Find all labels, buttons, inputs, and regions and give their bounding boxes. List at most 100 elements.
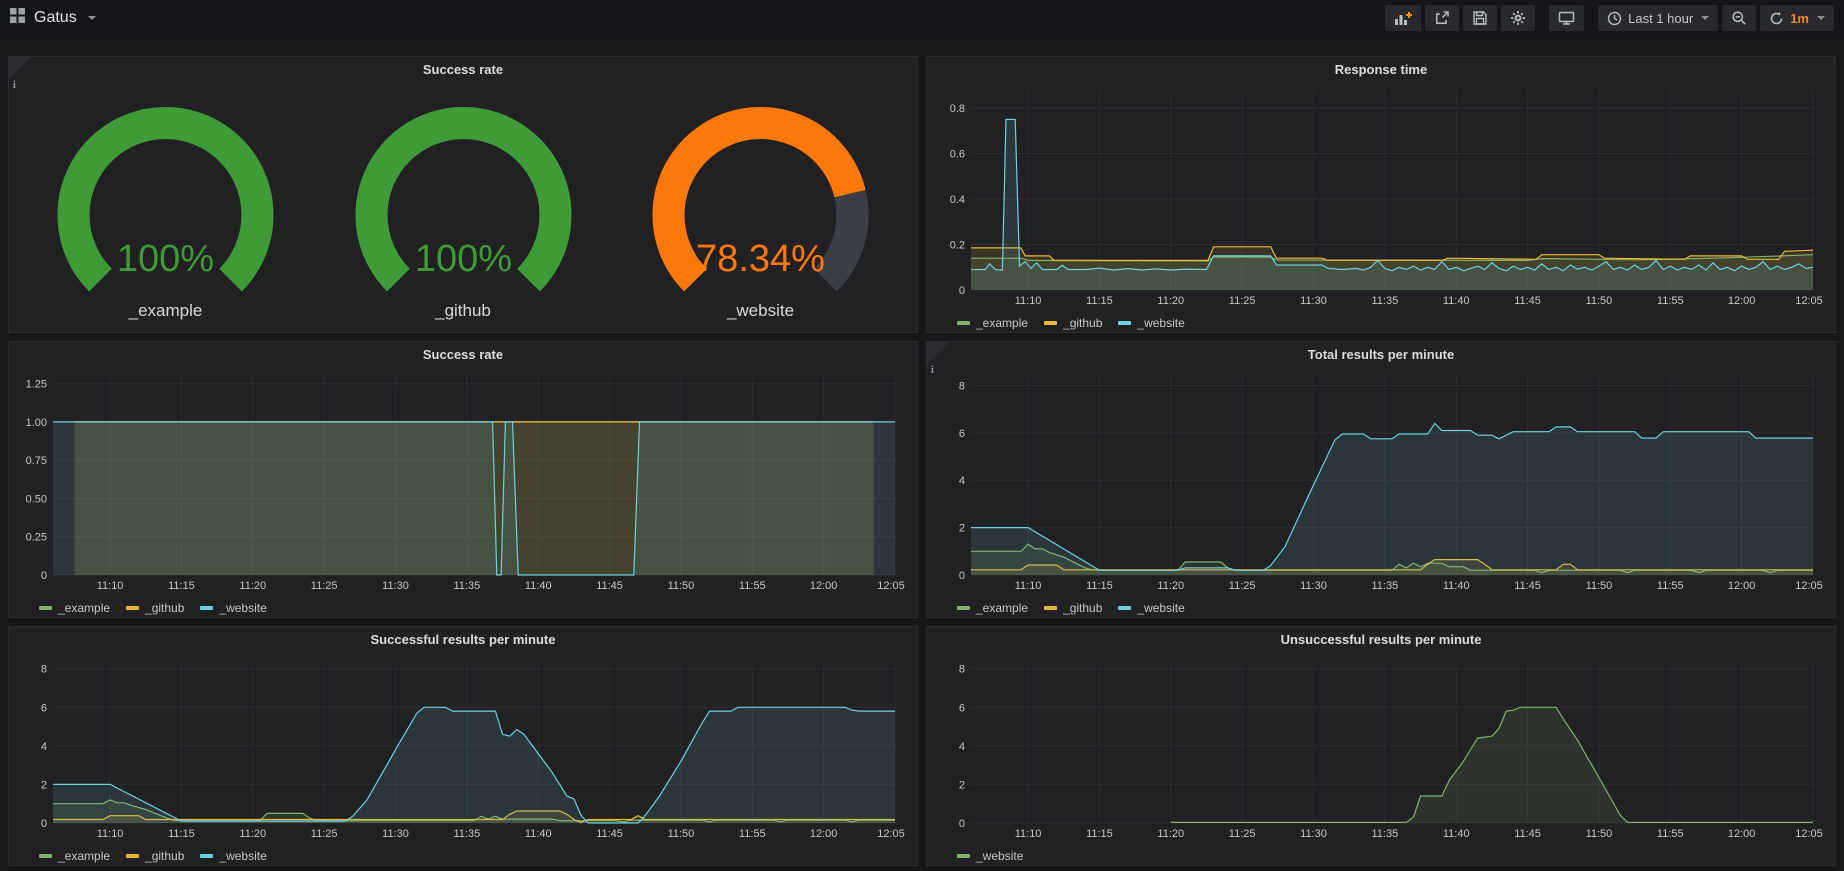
chart-successful_results[interactable]: 0246811:1011:1511:2011:2511:3011:3511:40… [17, 653, 907, 841]
svg-text:11:25: 11:25 [1229, 580, 1256, 592]
cycle-view-mode-button[interactable] [1549, 5, 1584, 31]
svg-text:11:45: 11:45 [596, 828, 623, 840]
svg-text:11:45: 11:45 [1514, 580, 1541, 592]
svg-text:11:10: 11:10 [1015, 828, 1042, 840]
panel-title[interactable]: Success rate [9, 342, 917, 366]
svg-text:11:50: 11:50 [1586, 580, 1613, 592]
legend: _example _github _website [9, 598, 917, 618]
save-dashboard-button[interactable] [1463, 5, 1497, 31]
legend-item-_website[interactable]: _website [200, 849, 266, 863]
svg-text:11:55: 11:55 [739, 828, 766, 840]
chart-unsuccessful_results[interactable]: 0246811:1011:1511:2011:2511:3011:3511:40… [935, 653, 1825, 841]
svg-text:11:30: 11:30 [1300, 295, 1327, 307]
legend-item-_website[interactable]: _website [200, 601, 266, 615]
panel-info-icon[interactable]: i [9, 57, 31, 79]
svg-text:0: 0 [959, 570, 965, 582]
svg-text:11:40: 11:40 [1443, 828, 1470, 840]
legend-item-_website[interactable]: _website [957, 849, 1023, 863]
svg-text:12:05: 12:05 [1795, 580, 1823, 592]
add-panel-button[interactable] [1385, 5, 1421, 31]
panel-title[interactable]: Unsuccessful results per minute [927, 627, 1835, 651]
panel-title[interactable]: Response time [927, 57, 1835, 81]
svg-text:11:55: 11:55 [1657, 295, 1684, 307]
navbar-toolbar: Last 1 hour 1m [1371, 5, 1834, 31]
legend-item-_github[interactable]: _github [1044, 601, 1102, 615]
navbar: Gatus [0, 0, 1844, 36]
panel-title[interactable]: Success rate [9, 57, 917, 81]
dashboard-title-caret-icon[interactable] [88, 16, 96, 20]
svg-text:11:20: 11:20 [1157, 580, 1184, 592]
legend-swatch [39, 854, 52, 858]
legend-item-_github[interactable]: _github [126, 601, 184, 615]
chart-success_rate[interactable]: 00.250.500.751.001.2511:1011:1511:2011:2… [17, 368, 907, 593]
svg-text:6: 6 [959, 702, 965, 714]
svg-text:11:40: 11:40 [525, 580, 552, 592]
svg-text:11:45: 11:45 [1514, 295, 1541, 307]
svg-text:11:40: 11:40 [525, 828, 552, 840]
share-dashboard-button[interactable] [1425, 5, 1459, 31]
tv-monitor-icon [1558, 10, 1575, 26]
dashboard-settings-button[interactable] [1501, 5, 1535, 31]
svg-text:0: 0 [959, 285, 965, 297]
chart-response_time[interactable]: 00.20.40.60.811:1011:1511:2011:2511:3011… [935, 83, 1825, 308]
legend-item-_github[interactable]: _github [1044, 316, 1102, 330]
panel-unsuccessful-results: Unsuccessful results per minute 0246811:… [926, 626, 1836, 866]
gauge-value: 100% [414, 238, 511, 280]
svg-text:11:55: 11:55 [739, 580, 766, 592]
svg-text:4: 4 [41, 741, 47, 753]
panel-successful-results: Successful results per minute 0246811:10… [8, 626, 918, 866]
gauge-arc: 100% [315, 87, 612, 299]
svg-text:11:15: 11:15 [1086, 580, 1113, 592]
graph-body: 00.250.500.751.001.2511:1011:1511:2011:2… [9, 366, 917, 598]
svg-text:12:00: 12:00 [1728, 580, 1756, 592]
svg-text:11:25: 11:25 [311, 828, 338, 840]
legend-item-_example[interactable]: _example [957, 316, 1028, 330]
refresh-icon [1769, 11, 1784, 26]
gauge-row: 100%_example100%_github78.34%_website [9, 81, 917, 321]
panel-info-icon[interactable]: i [927, 342, 949, 364]
svg-text:1.25: 1.25 [26, 379, 47, 391]
chart-total_results[interactable]: 0246811:1011:1511:2011:2511:3011:3511:40… [935, 368, 1825, 593]
legend-item-_github[interactable]: _github [126, 849, 184, 863]
legend-item-_example[interactable]: _example [39, 849, 110, 863]
legend-label: _example [976, 316, 1028, 330]
legend-swatch [126, 854, 139, 858]
svg-text:11:30: 11:30 [1300, 580, 1327, 592]
legend-label: _example [976, 601, 1028, 615]
svg-text:11:20: 11:20 [239, 580, 266, 592]
legend-label: _website [1137, 601, 1184, 615]
svg-text:12:05: 12:05 [1795, 295, 1823, 307]
svg-text:8: 8 [41, 664, 47, 676]
panel-title[interactable]: Total results per minute [927, 342, 1835, 366]
svg-text:11:20: 11:20 [1157, 828, 1184, 840]
svg-text:0.6: 0.6 [950, 149, 965, 161]
svg-text:11:50: 11:50 [668, 828, 695, 840]
legend-swatch [1118, 606, 1131, 610]
legend-item-_example[interactable]: _example [39, 601, 110, 615]
zoom-out-time-button[interactable] [1722, 5, 1756, 31]
legend: _example _github _website [927, 313, 1835, 333]
svg-text:0.8: 0.8 [950, 103, 965, 115]
legend-label: _example [58, 601, 110, 615]
save-icon [1472, 10, 1488, 26]
svg-text:11:35: 11:35 [1372, 828, 1399, 840]
svg-text:11:55: 11:55 [1657, 828, 1684, 840]
legend-swatch [1118, 321, 1131, 325]
svg-text:11:10: 11:10 [97, 828, 124, 840]
info-letter: i [13, 80, 16, 91]
svg-text:0: 0 [41, 818, 47, 830]
legend-label: _website [976, 849, 1023, 863]
legend-item-_website[interactable]: _website [1118, 601, 1184, 615]
gauge-_website: 78.34%_website [612, 87, 909, 321]
legend-item-_example[interactable]: _example [957, 601, 1028, 615]
legend-swatch [957, 606, 970, 610]
legend-item-_website[interactable]: _website [1118, 316, 1184, 330]
time-range-picker-button[interactable]: Last 1 hour [1598, 5, 1718, 31]
legend-label: _github [145, 601, 184, 615]
refresh-button[interactable]: 1m [1760, 5, 1834, 31]
dashboard-grid-icon[interactable] [10, 8, 25, 28]
dashboard-title[interactable]: Gatus [34, 9, 77, 27]
svg-text:11:15: 11:15 [1086, 828, 1113, 840]
svg-text:0.25: 0.25 [26, 532, 47, 544]
panel-title[interactable]: Successful results per minute [9, 627, 917, 651]
